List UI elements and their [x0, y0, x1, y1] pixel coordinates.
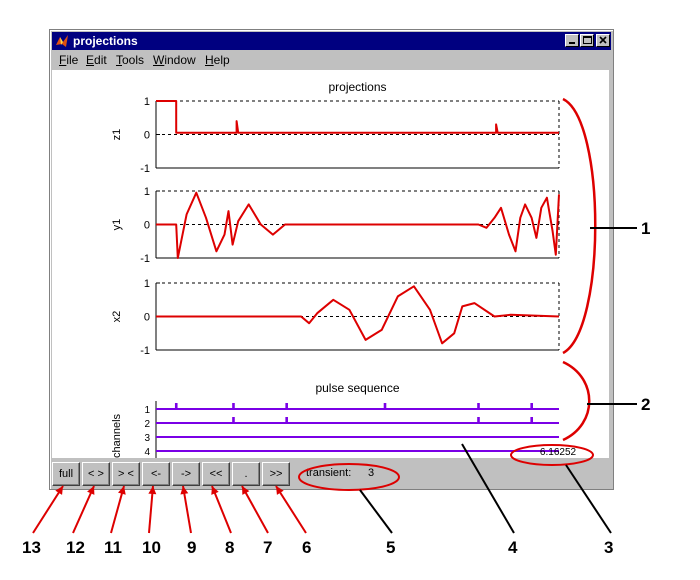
- brace-signals: [562, 97, 597, 355]
- arrow-line-6: [275, 485, 307, 534]
- callout-5: 5: [386, 538, 396, 557]
- callout-12: 12: [66, 538, 85, 557]
- callout-11: 11: [104, 538, 122, 557]
- callout-2: 2: [641, 395, 651, 414]
- arrow-head-9: [180, 486, 189, 495]
- arrow-line-13: [32, 485, 64, 534]
- callout-10: 10: [142, 538, 161, 557]
- arrow-line-7: [241, 485, 269, 534]
- callout-1: 1: [641, 219, 651, 238]
- leader-4: [461, 443, 515, 534]
- brace-pulse: [562, 360, 591, 442]
- circle-transient: [298, 463, 400, 491]
- leader-3: [565, 464, 612, 534]
- callout-6: 6: [302, 538, 312, 557]
- callout-9: 9: [187, 538, 197, 557]
- arrow-head-10: [148, 486, 157, 495]
- leader-5: [359, 489, 393, 534]
- callout-3: 3: [604, 538, 614, 557]
- callout-4: 4: [508, 538, 518, 557]
- callout-7: 7: [263, 538, 273, 557]
- callout-13: 13: [22, 538, 41, 557]
- callout-8: 8: [225, 538, 235, 557]
- annotation-overlay: [32, 97, 637, 534]
- circle-readout: [510, 444, 594, 466]
